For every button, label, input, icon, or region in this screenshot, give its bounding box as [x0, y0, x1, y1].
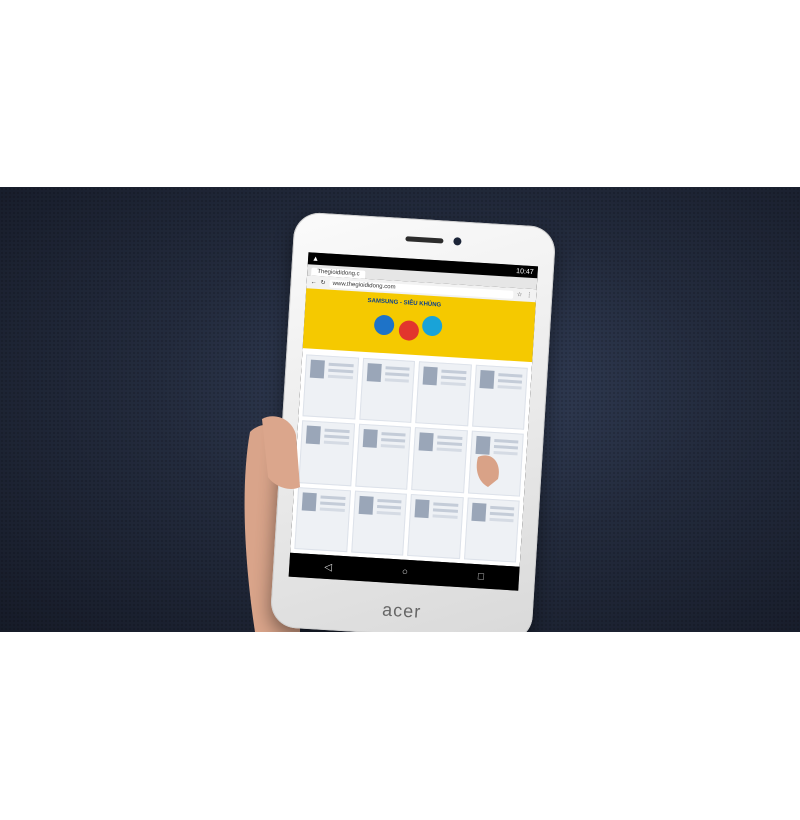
photo-background: ▲ 10:47 Thegioididong.c ← ↻ www.thegioid… — [0, 187, 800, 632]
thumb — [262, 416, 499, 489]
